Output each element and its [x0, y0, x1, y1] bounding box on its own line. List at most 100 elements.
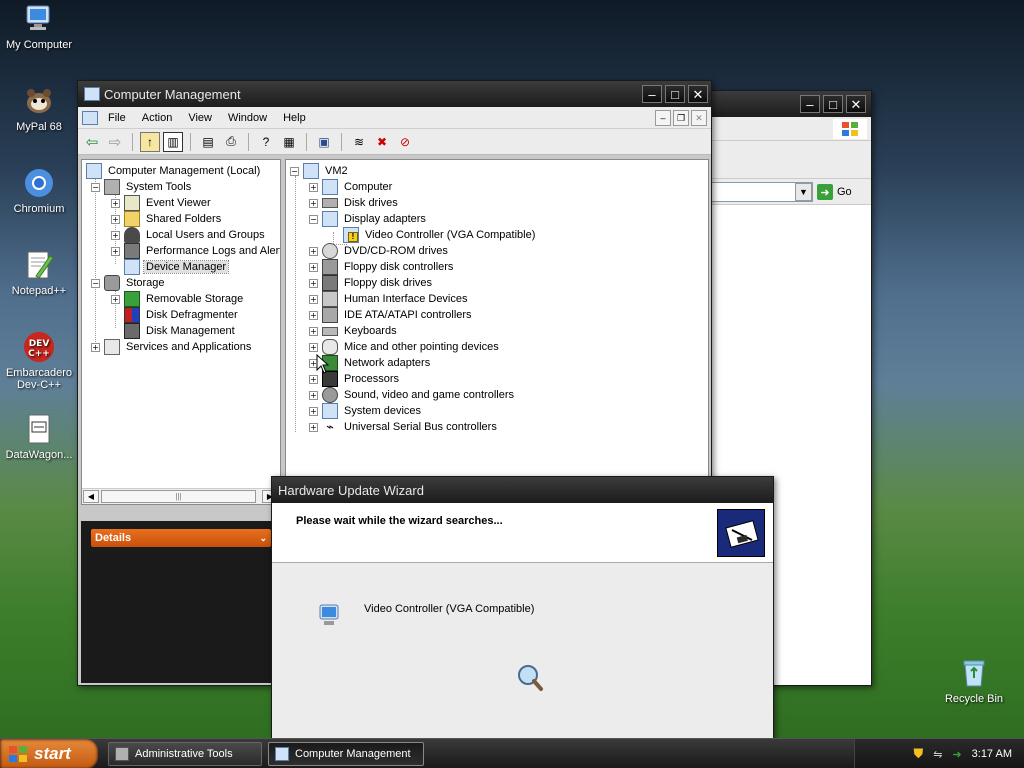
- background-window-titlebar[interactable]: – □ ✕: [701, 91, 871, 117]
- expand-toggle[interactable]: +: [111, 230, 120, 240]
- go-button[interactable]: ➜ Go: [817, 182, 857, 202]
- expand-toggle[interactable]: +: [309, 182, 318, 192]
- minimize-button[interactable]: –: [642, 85, 662, 103]
- device-category-floppy-drives[interactable]: + Floppy disk drives: [309, 275, 434, 291]
- device-category-hid[interactable]: + Human Interface Devices: [309, 291, 470, 307]
- close-button[interactable]: ✕: [846, 95, 866, 113]
- tree-item-performance-logs[interactable]: + Performance Logs and Alerts: [111, 243, 280, 259]
- tree-item-services-applications[interactable]: + Services and Applications: [91, 339, 253, 355]
- taskbar-button-computer-management[interactable]: Computer Management: [268, 742, 424, 766]
- expand-toggle[interactable]: +: [309, 342, 318, 352]
- desktop-icon-my-computer[interactable]: My Computer: [0, 2, 78, 51]
- collapse-toggle[interactable]: −: [91, 182, 100, 192]
- tree-item-device-manager[interactable]: Device Manager: [124, 259, 230, 275]
- device-category-mice[interactable]: + Mice and other pointing devices: [309, 339, 501, 355]
- minimize-button[interactable]: –: [800, 95, 820, 113]
- up-folder-icon[interactable]: ↑: [140, 131, 160, 152]
- device-video-controller[interactable]: ! Video Controller (VGA Compatible): [343, 227, 537, 243]
- desktop-icon-chromium[interactable]: Chromium: [0, 166, 78, 215]
- help-icon[interactable]: ?: [256, 132, 276, 152]
- expand-toggle[interactable]: +: [309, 406, 318, 416]
- menu-file[interactable]: File: [100, 112, 134, 124]
- device-category-disk-drives[interactable]: + Disk drives: [309, 195, 400, 211]
- expand-toggle[interactable]: +: [309, 278, 318, 288]
- show-hide-action-pane-icon[interactable]: ▦: [279, 132, 299, 152]
- security-shield-icon[interactable]: ⛊: [913, 746, 923, 762]
- desktop-icon-notepadpp[interactable]: Notepad++: [0, 248, 78, 297]
- expand-toggle[interactable]: +: [111, 294, 120, 304]
- print-icon[interactable]: ⎙: [221, 132, 241, 152]
- close-button[interactable]: ✕: [688, 85, 708, 103]
- taskbar-button-admin-tools[interactable]: Administrative Tools: [108, 742, 262, 766]
- tree-item-disk-defragmenter[interactable]: Disk Defragmenter: [124, 307, 240, 323]
- address-dropdown-button[interactable]: ▼: [795, 183, 812, 201]
- device-category-floppy-controllers[interactable]: + Floppy disk controllers: [309, 259, 455, 275]
- expand-toggle[interactable]: +: [309, 246, 318, 256]
- expand-toggle[interactable]: +: [111, 246, 120, 256]
- console-tree-pane[interactable]: Computer Management (Local) − System Too…: [81, 159, 281, 505]
- device-tree-pane[interactable]: − VM2 + Computer + Disk drives − Display…: [285, 159, 709, 477]
- menu-action[interactable]: Action: [134, 112, 181, 124]
- horizontal-scrollbar[interactable]: ◀ ||| ▶: [82, 488, 280, 504]
- device-category-keyboards[interactable]: + Keyboards: [309, 323, 399, 339]
- device-category-system[interactable]: + System devices: [309, 403, 423, 419]
- device-category-sound[interactable]: + Sound, video and game controllers: [309, 387, 516, 403]
- tree-item-local-users-groups[interactable]: + Local Users and Groups: [111, 227, 267, 243]
- tree-item-shared-folders[interactable]: + Shared Folders: [111, 211, 223, 227]
- device-category-dvd[interactable]: + DVD/CD-ROM drives: [309, 243, 450, 259]
- wizard-titlebar[interactable]: Hardware Update Wizard: [272, 477, 773, 503]
- computer-management-titlebar[interactable]: Computer Management – □ ✕: [78, 81, 711, 107]
- device-category-display-adapters[interactable]: − Display adapters: [309, 211, 428, 227]
- expand-toggle[interactable]: +: [309, 294, 318, 304]
- device-category-usb[interactable]: + ⌁ Universal Serial Bus controllers: [309, 419, 499, 435]
- expand-toggle[interactable]: +: [309, 326, 318, 336]
- desktop-icon-datawagon[interactable]: DataWagon...: [0, 412, 78, 461]
- expand-toggle[interactable]: +: [309, 262, 318, 272]
- desktop-icon-recycle-bin[interactable]: Recycle Bin: [935, 656, 1013, 705]
- chevron-down-icon[interactable]: ⌄: [259, 533, 267, 544]
- menu-window[interactable]: Window: [220, 112, 275, 124]
- expand-toggle[interactable]: +: [309, 310, 318, 320]
- child-minimize-button[interactable]: –: [655, 109, 671, 126]
- tree-item-event-viewer[interactable]: + Event Viewer: [111, 195, 213, 211]
- scroll-left-button[interactable]: ◀: [83, 490, 99, 503]
- device-category-computer[interactable]: + Computer: [309, 179, 394, 195]
- maximize-button[interactable]: □: [823, 95, 843, 113]
- menu-help[interactable]: Help: [275, 112, 314, 124]
- hardware-update-wizard[interactable]: Hardware Update Wizard Please wait while…: [271, 476, 774, 740]
- show-hide-tree-icon[interactable]: ▥: [163, 131, 183, 152]
- menu-view[interactable]: View: [180, 112, 220, 124]
- clock[interactable]: 3:17 AM: [972, 748, 1012, 760]
- desktop-icon-mypal[interactable]: MyPal 68: [0, 84, 78, 133]
- tree-item-storage[interactable]: − Storage: [91, 275, 167, 291]
- expand-toggle[interactable]: +: [309, 422, 318, 432]
- details-header[interactable]: Details ⌄: [91, 529, 271, 547]
- collapse-toggle[interactable]: −: [91, 278, 100, 288]
- tree-item-disk-management[interactable]: Disk Management: [124, 323, 237, 339]
- network-icon[interactable]: ⇋: [933, 748, 942, 761]
- device-category-ide[interactable]: + IDE ATA/ATAPI controllers: [309, 307, 474, 323]
- update-driver-icon[interactable]: ≋: [349, 132, 369, 152]
- device-tree-root[interactable]: − VM2: [290, 163, 350, 179]
- start-button[interactable]: start: [0, 739, 98, 768]
- expand-toggle[interactable]: +: [91, 342, 100, 352]
- expand-toggle[interactable]: +: [309, 390, 318, 400]
- forward-arrow-icon[interactable]: ⇨: [105, 132, 125, 152]
- maximize-button[interactable]: □: [665, 85, 685, 103]
- scan-hardware-icon[interactable]: ▣: [314, 132, 334, 152]
- desktop-icon-devcpp[interactable]: DEV C++ Embarcadero Dev-C++: [0, 330, 78, 391]
- disable-device-icon[interactable]: ⊘: [395, 132, 415, 152]
- tree-item-removable-storage[interactable]: + Removable Storage: [111, 291, 245, 307]
- collapse-toggle[interactable]: −: [290, 166, 299, 176]
- collapse-toggle[interactable]: −: [309, 214, 318, 224]
- tree-item-computer-management[interactable]: Computer Management (Local): [86, 163, 262, 179]
- expand-toggle[interactable]: +: [309, 198, 318, 208]
- properties-icon[interactable]: ▤: [198, 132, 218, 152]
- safely-remove-hardware-icon[interactable]: ➜: [952, 748, 961, 761]
- expand-toggle[interactable]: +: [111, 198, 120, 208]
- child-restore-button[interactable]: ❐: [673, 109, 689, 126]
- scroll-thumb[interactable]: |||: [101, 490, 256, 503]
- uninstall-icon[interactable]: ✖: [372, 132, 392, 152]
- back-arrow-icon[interactable]: ⇦: [82, 132, 102, 152]
- expand-toggle[interactable]: +: [111, 214, 120, 224]
